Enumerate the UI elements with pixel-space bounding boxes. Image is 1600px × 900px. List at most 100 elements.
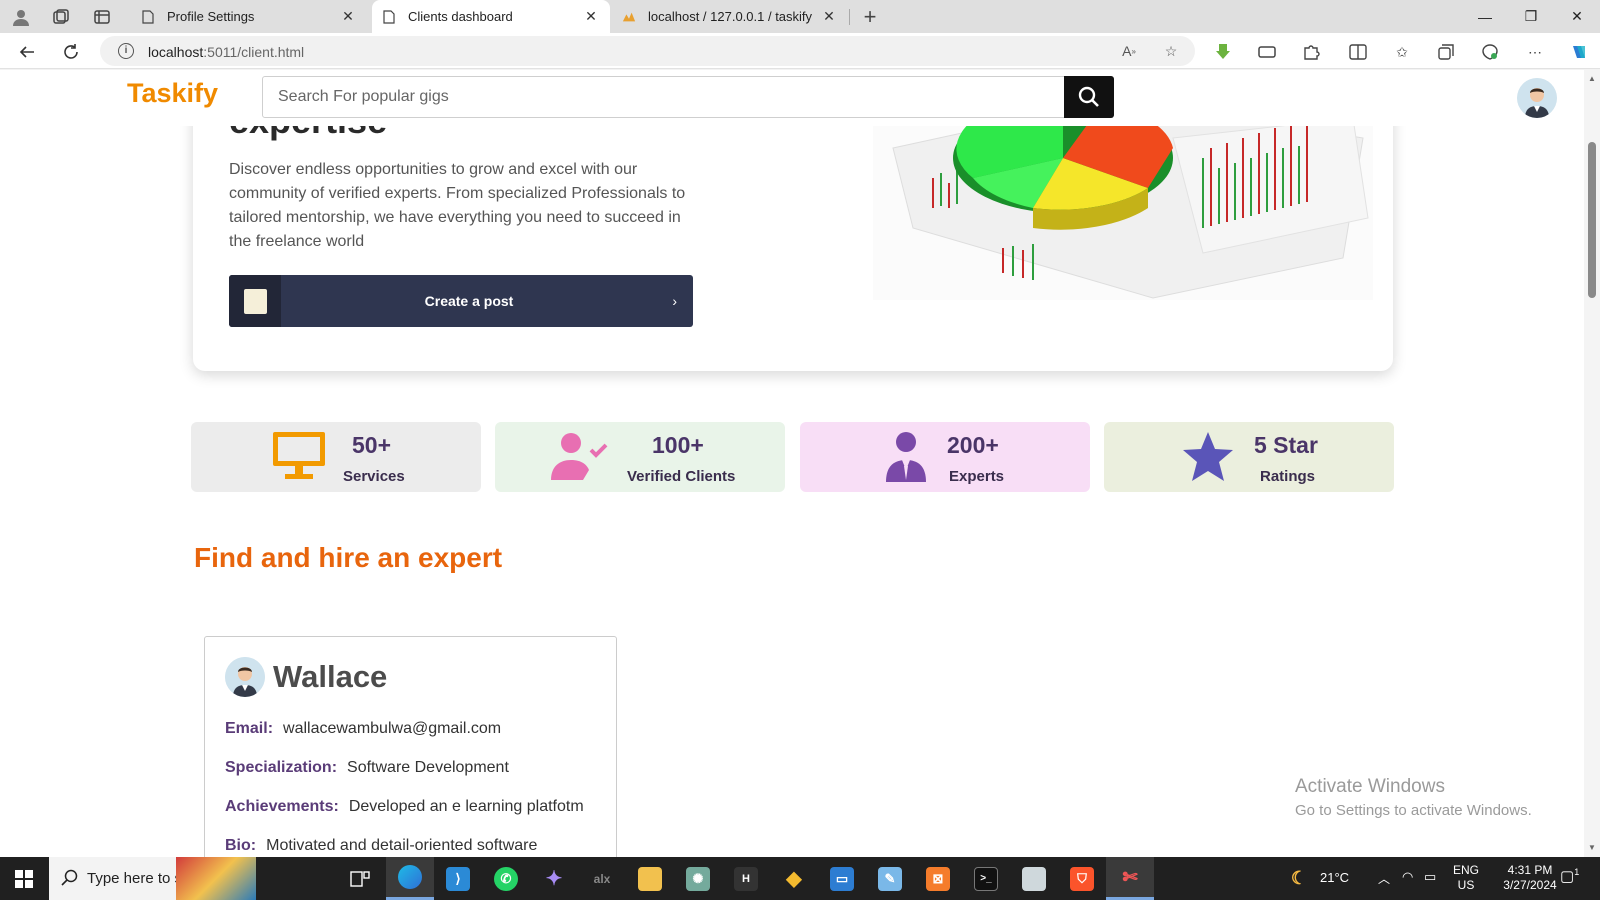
battery-icon[interactable]: ▭ [1424,869,1436,885]
notification-count: 1 [1574,867,1580,877]
read-aloud-icon[interactable]: A» [1120,42,1138,60]
task-view-icon[interactable] [336,857,384,900]
tab-profile-settings[interactable]: Profile Settings ✕ [131,0,367,33]
expert-name: Wallace [273,659,388,694]
clock-time: 4:31 PM [1507,863,1553,877]
brave-app-icon[interactable]: ⛉ [1058,857,1106,900]
binance-app-icon[interactable]: ◆ [770,857,818,900]
whatsapp-app-icon[interactable]: ✆ [482,857,530,900]
more-options-icon[interactable]: ⋯ [1524,41,1546,63]
favorites-icon[interactable]: ✩ [1391,41,1413,63]
language-indicator[interactable]: ENG US [1453,863,1479,893]
logo[interactable]: Taskify [127,78,218,109]
collections-icon[interactable] [1435,41,1457,63]
show-hidden-icons[interactable]: ︿ [1378,870,1390,887]
pointer-app-icon[interactable]: ✄ [1106,857,1154,900]
weather-temp[interactable]: 21°C [1320,870,1349,885]
stat-ratings: 5 Star Ratings [1104,422,1394,492]
create-post-button[interactable]: Create a post › [229,275,693,327]
windows-taskbar: Type here to search ⟩ ✆ ✦ alx ✺ H ◆ ▭ ✎ … [0,857,1600,900]
expert-card[interactable]: Wallace Email: wallacewambulwa@gmail.com … [204,636,617,857]
create-post-label: Create a post [424,293,514,309]
profile-icon[interactable] [9,5,33,29]
search-box [262,76,1114,118]
remote-desktop-app-icon[interactable]: ▭ [818,857,866,900]
user-avatar[interactable] [1517,78,1557,118]
chatgpt-app-icon[interactable]: ✺ [674,857,722,900]
favorite-star-icon[interactable]: ☆ [1162,42,1180,60]
start-button[interactable] [0,857,48,900]
terminal-app-icon[interactable]: >_ [962,857,1010,900]
refresh-icon[interactable] [58,39,84,65]
tab-label: Clients dashboard [408,9,513,24]
search-input[interactable] [263,77,1063,117]
field-label: Email: [225,720,274,737]
tab-actions-icon[interactable] [90,5,114,29]
close-tab-icon[interactable]: ✕ [820,8,838,25]
search-icon [61,869,78,886]
vscode-app-icon[interactable]: ⟩ [434,857,482,900]
tab-clients-dashboard[interactable]: Clients dashboard ✕ [372,0,610,33]
expert-email-row: Email: wallacewambulwa@gmail.com [225,720,501,738]
user-check-icon [551,433,608,480]
ai-sparkle-app-icon[interactable]: ✦ [530,857,578,900]
notification-center-icon[interactable]: ▢1 [1560,867,1579,885]
stat-label: Verified Clients [627,468,736,485]
search-highlight-image [176,857,256,900]
minimize-icon[interactable]: — [1462,0,1508,33]
vertical-scrollbar[interactable]: ▲ ▼ [1584,70,1600,857]
scroll-up-icon[interactable]: ▲ [1587,74,1597,84]
photos-app-icon[interactable] [1010,857,1058,900]
url-field[interactable]: i localhost:5011/client.html A» ☆ [100,36,1195,66]
close-tab-icon[interactable]: ✕ [339,8,357,25]
search-icon [1078,86,1099,107]
extensions-puzzle-icon[interactable] [1300,41,1322,63]
tab-phpmyadmin[interactable]: localhost / 127.0.0.1 / taskify / pc ✕ [612,0,848,33]
watermark-line1: Activate Windows [1295,776,1445,797]
network-icon[interactable]: ◠ [1402,869,1413,885]
stat-experts: 200+ Experts [800,422,1090,492]
notepad-app-icon[interactable]: ✎ [866,857,914,900]
search-button[interactable] [1064,76,1114,118]
tv-extension-icon[interactable] [1256,41,1278,63]
close-window-icon[interactable]: ✕ [1554,0,1600,33]
stat-label: Experts [949,468,1005,485]
chevron-right-icon: › [672,293,677,309]
restore-icon[interactable]: ❐ [1508,0,1554,33]
taskbar-search[interactable]: Type here to search [49,857,256,900]
expert-achievements-row: Achievements: Developed an e learning pla… [225,798,584,816]
tab-divider [849,9,850,25]
edge-app-icon[interactable] [386,857,434,900]
field-value: Motivated and detail-oriented software [266,837,538,854]
tab-label: Profile Settings [167,9,255,24]
downloader-extension-icon[interactable] [1212,41,1234,63]
new-tab-icon[interactable]: + [858,4,882,29]
url-text[interactable]: localhost:5011/client.html [148,44,304,60]
hero-description: Discover endless opportunities to grow a… [229,161,686,250]
split-screen-icon[interactable] [1347,41,1369,63]
back-icon[interactable] [14,39,40,65]
alx-app-icon[interactable]: alx [578,857,626,900]
stat-services: 50+ Services [191,422,481,492]
file-explorer-app-icon[interactable] [626,857,674,900]
scroll-down-icon[interactable]: ▼ [1587,843,1597,853]
cta-icon-box [229,275,281,327]
stat-value: 200+ [947,432,999,458]
workspaces-icon[interactable] [49,5,73,29]
clock[interactable]: 4:31 PM 3/27/2024 [1495,863,1565,893]
weather-icon[interactable]: ☾ [1282,857,1316,900]
site-info-icon[interactable]: i [118,43,134,59]
stat-label: Services [343,468,405,485]
field-value: wallacewambulwa@gmail.com [283,720,502,737]
browser-essentials-icon[interactable] [1479,41,1501,63]
watermark-line2: Go to Settings to activate Windows. [1295,802,1532,819]
stat-verified-clients: 100+ Verified Clients [495,422,785,492]
field-label: Achievements: [225,798,339,815]
xampp-app-icon[interactable]: ⊠ [914,857,962,900]
h-app-icon[interactable]: H [722,857,770,900]
copilot-icon[interactable] [1568,41,1590,63]
scroll-thumb[interactable] [1588,142,1596,298]
clock-date: 3/27/2024 [1503,878,1557,892]
activation-watermark: Activate Windows Go to Settings to activ… [1295,776,1532,819]
close-tab-icon[interactable]: ✕ [582,8,600,25]
